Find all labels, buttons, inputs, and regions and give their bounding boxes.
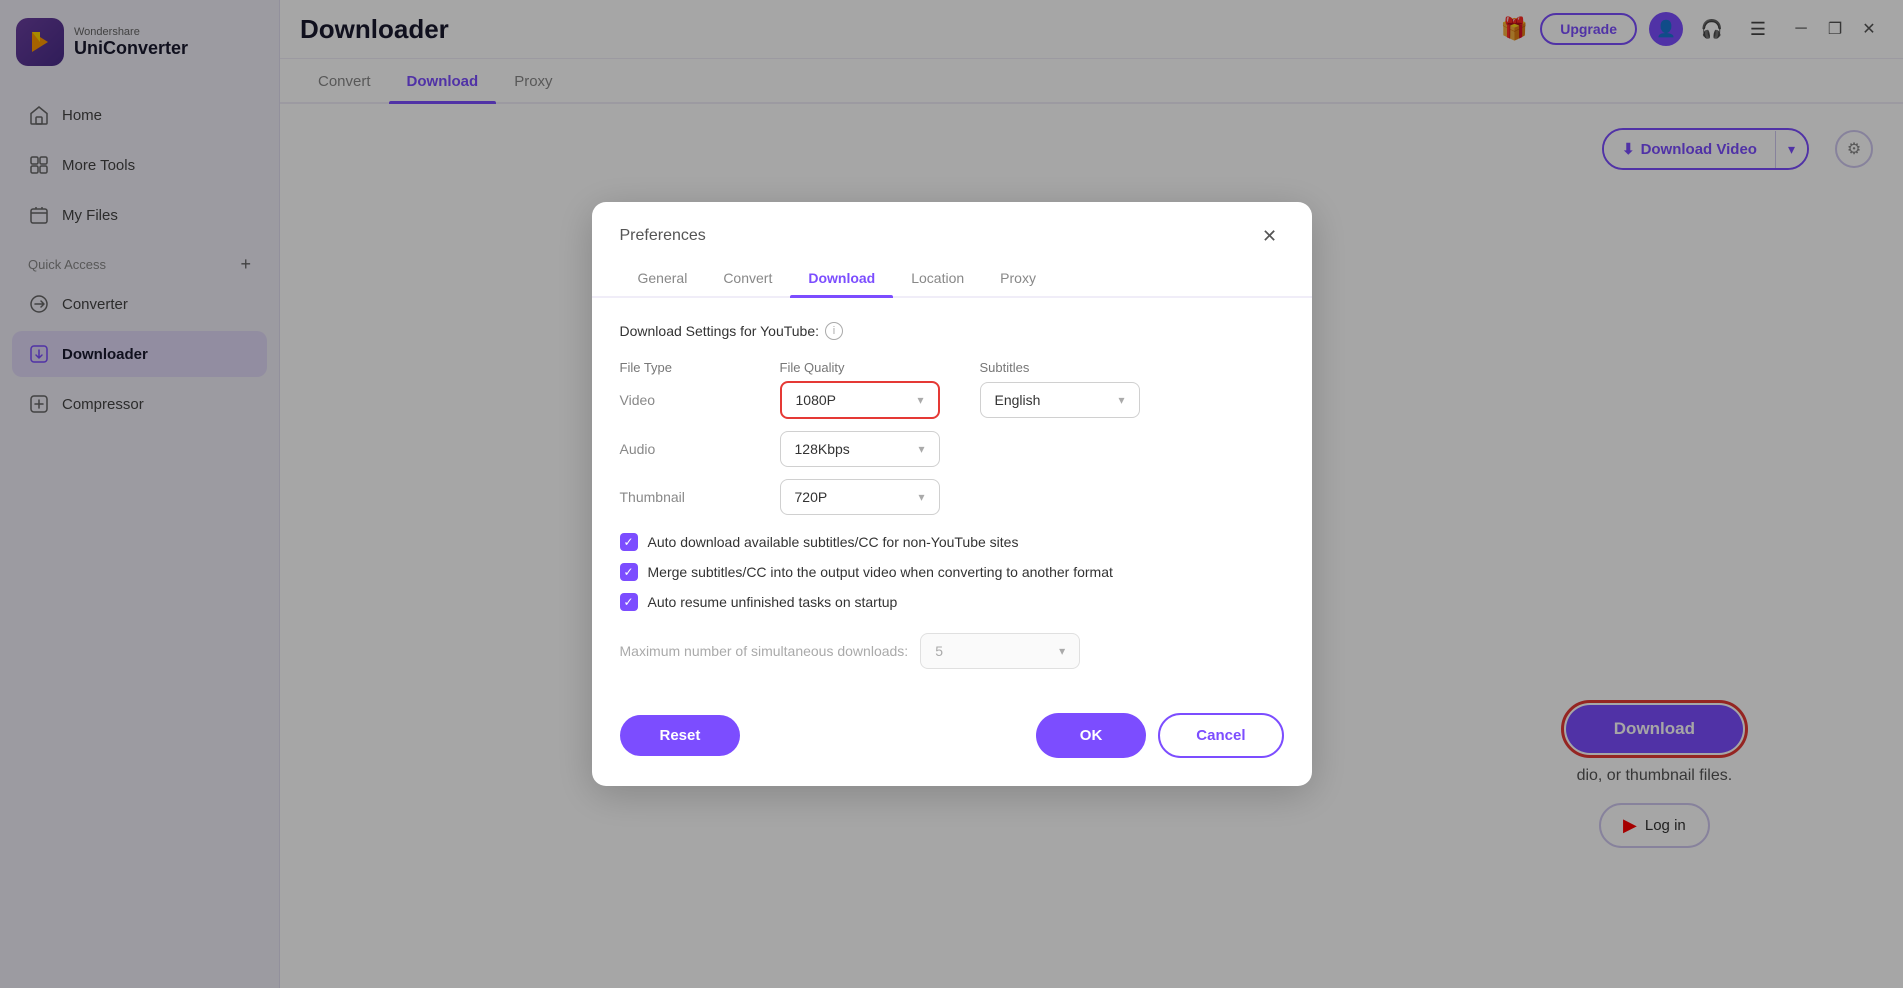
modal-tab-download[interactable]: Download [790,258,893,296]
download-settings-title: Download Settings for YouTube: i [620,322,1284,340]
checkbox-merge-subtitles-label: Merge subtitles/CC into the output video… [648,564,1113,580]
checkbox-auto-resume-label: Auto resume unfinished tasks on startup [648,594,898,610]
max-downloads-select[interactable]: 5 ▾ [920,633,1080,669]
modal-footer: Reset OK Cancel [592,693,1312,786]
ok-button[interactable]: OK [1036,713,1147,758]
modal-tab-proxy[interactable]: Proxy [982,258,1054,296]
thumbnail-quality-select-wrap: 720P ▾ [780,479,980,515]
thumbnail-settings-row: Thumbnail 720P ▾ [620,479,1284,515]
video-subtitle-select[interactable]: English ▾ [980,382,1140,418]
col-file-type: File Type [620,360,780,375]
modal-tab-location[interactable]: Location [893,258,982,296]
check-icon-2: ✓ [623,565,633,579]
subtitle-arrow: ▾ [1118,393,1124,407]
video-label: Video [620,392,780,408]
audio-quality-arrow: ▾ [918,442,924,456]
modal-body: Download Settings for YouTube: i File Ty… [592,298,1312,693]
cancel-button[interactable]: Cancel [1158,713,1283,758]
audio-settings-row: Audio 128Kbps ▾ [620,431,1284,467]
checkbox-merge-subtitles[interactable]: ✓ [620,563,638,581]
thumbnail-quality-arrow: ▾ [918,490,924,504]
audio-quality-select-wrap: 128Kbps ▾ [780,431,980,467]
footer-right: OK Cancel [1036,713,1284,758]
audio-quality-select[interactable]: 128Kbps ▾ [780,431,940,467]
modal-tab-general[interactable]: General [620,258,706,296]
preferences-modal: Preferences ✕ General Convert Download L… [592,202,1312,786]
col-file-quality: File Quality [780,360,980,375]
audio-label: Audio [620,441,780,457]
checkbox-section: ✓ Auto download available subtitles/CC f… [620,533,1284,611]
max-downloads-row: Maximum number of simultaneous downloads… [620,633,1284,669]
checkbox-auto-subtitles-label: Auto download available subtitles/CC for… [648,534,1019,550]
modal-overlay: Preferences ✕ General Convert Download L… [0,0,1903,988]
video-subtitle-select-wrap: English ▾ [980,382,1180,418]
video-quality-select[interactable]: 1080P ▾ [780,381,940,419]
settings-column-headers: File Type File Quality Subtitles [620,360,1284,375]
checkbox-auto-subtitles[interactable]: ✓ [620,533,638,551]
thumbnail-quality-select[interactable]: 720P ▾ [780,479,940,515]
check-icon: ✓ [623,535,633,549]
video-quality-select-wrap: 1080P ▾ [780,381,980,419]
checkbox-auto-resume[interactable]: ✓ [620,593,638,611]
checkbox-auto-resume-row: ✓ Auto resume unfinished tasks on startu… [620,593,1284,611]
thumbnail-label: Thumbnail [620,489,780,505]
check-icon-3: ✓ [623,595,633,609]
col-subtitles: Subtitles [980,360,1180,375]
video-quality-arrow: ▾ [917,393,923,407]
modal-title: Preferences [620,227,706,245]
modal-header: Preferences ✕ [592,202,1312,250]
reset-button[interactable]: Reset [620,715,741,756]
checkbox-auto-subtitles-row: ✓ Auto download available subtitles/CC f… [620,533,1284,551]
info-icon[interactable]: i [825,322,843,340]
video-settings-row: Video 1080P ▾ English ▾ [620,381,1284,419]
modal-tab-convert[interactable]: Convert [705,258,790,296]
max-downloads-arrow: ▾ [1059,644,1065,658]
modal-tabs: General Convert Download Location Proxy [592,258,1312,298]
max-downloads-label: Maximum number of simultaneous downloads… [620,643,909,659]
checkbox-merge-subtitles-row: ✓ Merge subtitles/CC into the output vid… [620,563,1284,581]
modal-close-button[interactable]: ✕ [1256,222,1284,250]
